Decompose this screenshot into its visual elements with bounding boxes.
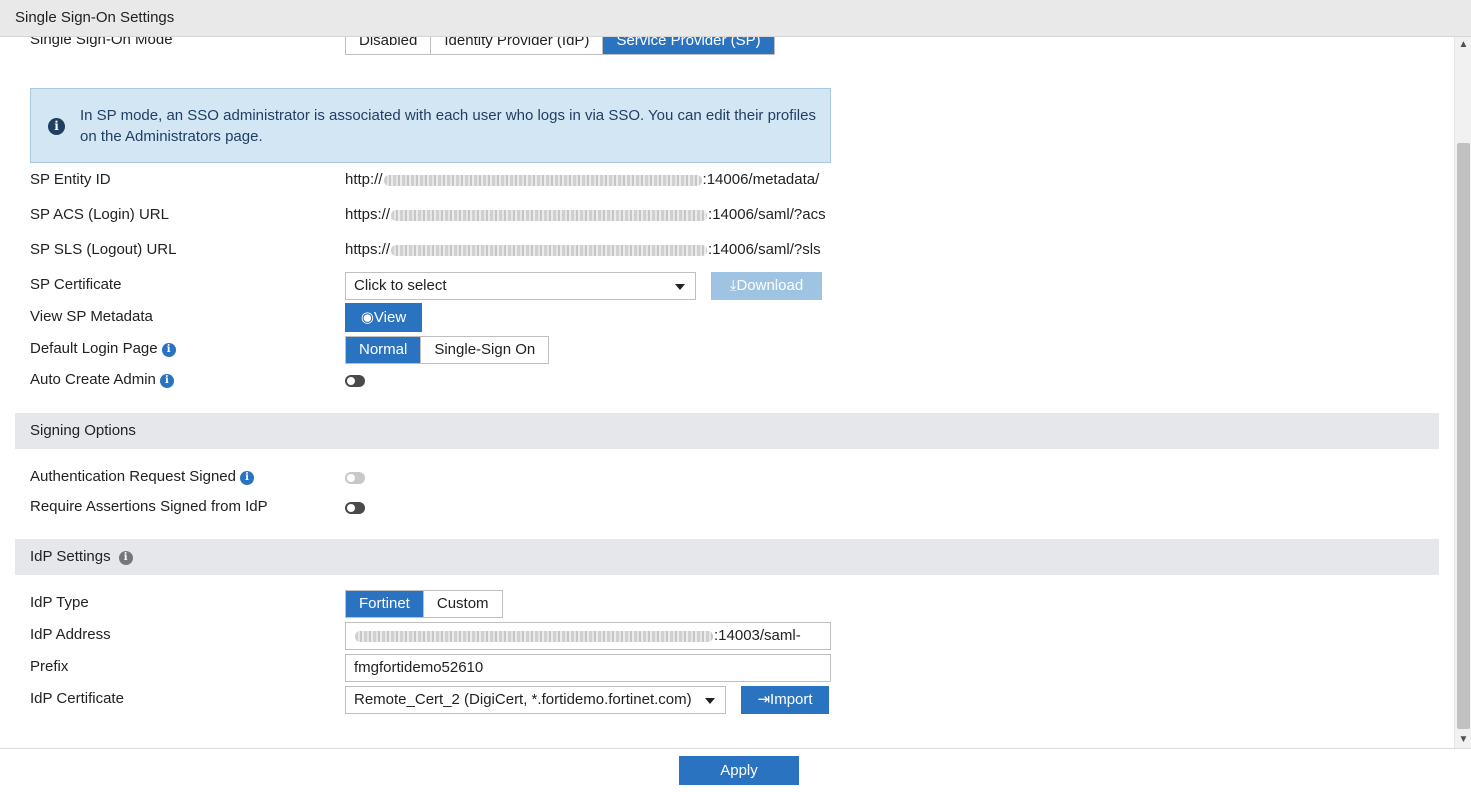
view-sp-metadata-label: View SP Metadata — [30, 308, 153, 325]
import-button[interactable]: ⇥Import — [741, 686, 829, 714]
view-metadata-button[interactable]: ◉View — [345, 303, 422, 332]
auth-request-signed-toggle[interactable] — [345, 472, 365, 484]
chevron-down-icon — [675, 284, 685, 290]
default-login-page-label: Default Login Page i — [30, 340, 176, 357]
sso-mode-sp-option[interactable]: Service Provider (SP) — [603, 37, 774, 54]
require-assertions-label: Require Assertions Signed from IdP — [30, 498, 268, 515]
chevron-down-icon — [705, 698, 715, 704]
sso-mode-idp-option[interactable]: Identity Provider (IdP) — [431, 37, 604, 54]
idp-address-label: IdP Address — [30, 626, 111, 643]
require-assertions-toggle[interactable] — [345, 502, 365, 514]
redacted-hostname — [391, 209, 708, 221]
info-icon[interactable]: i — [118, 551, 133, 565]
scroll-up-icon[interactable]: ▲ — [1455, 37, 1471, 53]
download-button[interactable]: ⤓Download — [711, 272, 822, 300]
sp-sls-url-prefix: https:// — [345, 241, 391, 258]
apply-button[interactable]: Apply — [679, 756, 799, 785]
scroll-thumb[interactable] — [1457, 143, 1470, 729]
info-circle-icon: i — [48, 118, 65, 135]
idp-settings-header: IdP Settings i — [15, 539, 1439, 575]
login-sso-option[interactable]: Single-Sign On — [421, 337, 548, 363]
sp-acs-url-label: SP ACS (Login) URL — [30, 206, 169, 223]
dialog-title: Single Sign-On Settings — [0, 0, 1471, 37]
sp-sls-url-suffix: :14006/saml/?sls — [708, 241, 821, 258]
import-icon: ⇥ — [757, 691, 771, 708]
redacted-url — [355, 630, 713, 642]
idp-address-suffix: :14003/saml- — [714, 627, 801, 644]
idp-certificate-label: IdP Certificate — [30, 690, 124, 707]
login-normal-option[interactable]: Normal — [346, 337, 422, 363]
auto-create-admin-toggle[interactable] — [345, 375, 365, 387]
auth-request-signed-label: Authentication Request Signed i — [30, 468, 254, 485]
sp-acs-url-suffix: :14006/saml/?acs — [708, 206, 826, 223]
sso-mode-disabled-option[interactable]: Disabled — [346, 37, 432, 54]
idp-address-input[interactable]: :14003/saml- — [345, 622, 831, 650]
sp-entity-id-value: http:// :14006/metadata/ — [345, 171, 819, 188]
info-icon[interactable]: i — [159, 374, 174, 388]
signing-options-header: Signing Options — [15, 413, 1439, 449]
info-icon[interactable]: i — [161, 343, 176, 357]
idp-certificate-value: Remote_Cert_2 (DigiCert, *.fortidemo.for… — [354, 691, 692, 708]
sp-mode-info-text: In SP mode, an SSO administrator is asso… — [80, 107, 816, 145]
sso-mode-label: Single Sign-On Mode — [30, 37, 173, 48]
settings-panel: Single Sign-On Mode Disabled Identity Pr… — [0, 37, 1454, 748]
idp-type-selector: Fortinet Custom — [345, 590, 503, 618]
dialog-footer: Apply — [0, 748, 1471, 792]
sp-entity-id-prefix: http:// — [345, 171, 383, 188]
redacted-hostname — [391, 244, 708, 256]
scroll-down-icon[interactable]: ▼ — [1455, 732, 1471, 748]
default-login-page-selector: Normal Single-Sign On — [345, 336, 550, 364]
info-icon[interactable]: i — [239, 471, 254, 485]
sp-mode-info-banner: i In SP mode, an SSO administrator is as… — [30, 88, 831, 163]
toggle-knob — [347, 377, 355, 385]
sp-entity-id-label: SP Entity ID — [30, 171, 111, 188]
vertical-scrollbar[interactable]: ▲ ▼ — [1454, 37, 1471, 748]
prefix-label: Prefix — [30, 658, 69, 675]
sp-certificate-label: SP Certificate — [30, 276, 122, 293]
idp-type-fortinet-option[interactable]: Fortinet — [346, 591, 424, 617]
sp-entity-id-suffix: :14006/metadata/ — [702, 171, 820, 188]
auto-create-admin-label: Auto Create Admin i — [30, 371, 174, 388]
prefix-input[interactable]: fmgfortidemo52610 — [345, 654, 831, 682]
sp-acs-url-prefix: https:// — [345, 206, 391, 223]
idp-type-custom-option[interactable]: Custom — [424, 591, 502, 617]
redacted-hostname — [383, 174, 702, 186]
toggle-knob — [347, 504, 355, 512]
idp-type-label: IdP Type — [30, 594, 89, 611]
sp-sls-url-value: https:// :14006/saml/?sls — [345, 241, 821, 258]
idp-certificate-select[interactable]: Remote_Cert_2 (DigiCert, *.fortidemo.for… — [345, 686, 726, 714]
eye-icon: ◉ — [360, 309, 374, 326]
sp-sls-url-label: SP SLS (Logout) URL — [30, 241, 177, 258]
sso-mode-selector: Disabled Identity Provider (IdP) Service… — [345, 37, 775, 55]
sp-certificate-placeholder: Click to select — [354, 277, 447, 294]
sp-certificate-select[interactable]: Click to select — [345, 272, 696, 300]
toggle-knob — [347, 474, 355, 482]
sp-acs-url-value: https:// :14006/saml/?acs — [345, 206, 826, 223]
